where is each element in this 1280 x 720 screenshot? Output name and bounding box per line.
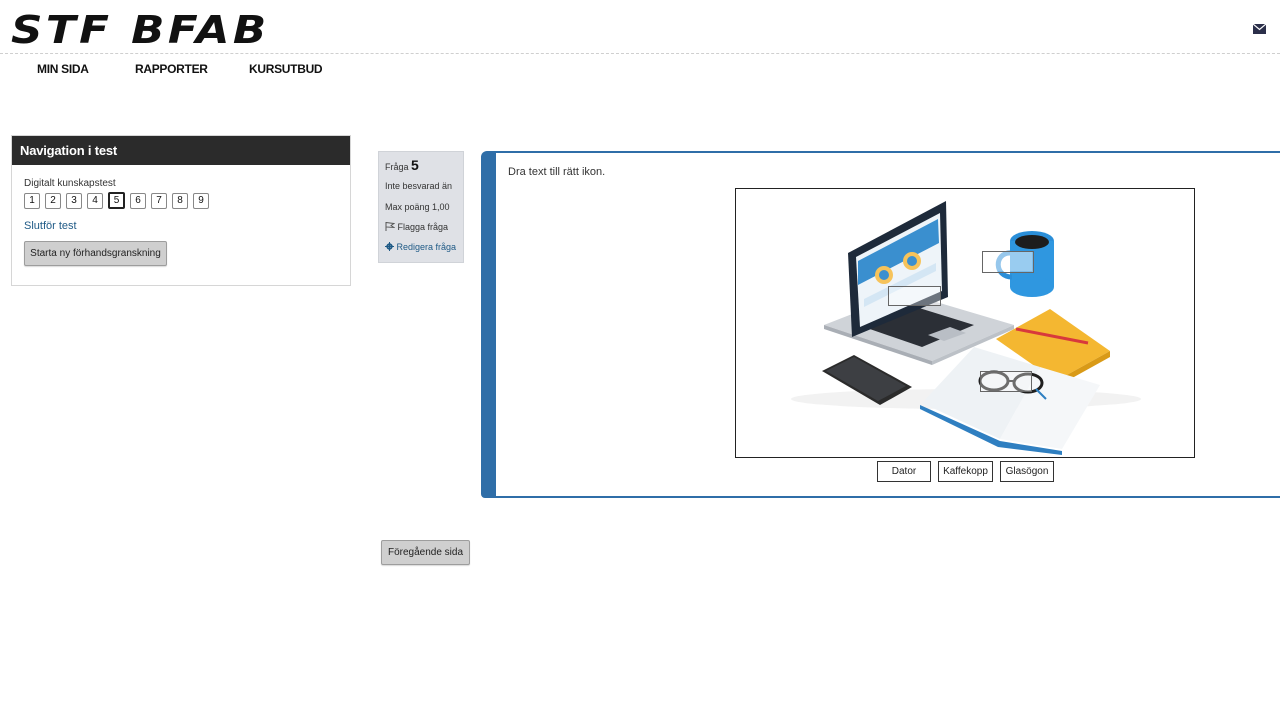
quiz-navigation-title: Navigation i test [12,136,350,165]
envelope-icon[interactable] [1253,24,1266,34]
quiz-name: Digitalt kunskapstest [24,178,116,189]
drag-drop-image-area [735,188,1195,458]
question-button-6[interactable]: 6 [130,193,146,209]
question-status: Inte besvarad än [385,181,453,191]
flag-question-label[interactable]: Flagga fråga [398,222,449,232]
site-logo[interactable]: STF BFAB [11,10,270,50]
question-text: Dra text till rätt ikon. [508,166,606,178]
drag-item-kaffekopp[interactable]: Kaffekopp [938,461,993,482]
gear-icon [385,242,394,251]
nav-rapporter[interactable]: RAPPORTER [135,62,208,76]
question-label: Fråga [385,162,409,172]
drop-zone-laptop[interactable] [888,286,941,306]
question-button-2[interactable]: 2 [45,193,61,209]
drag-item-dator[interactable]: Dator [877,461,931,482]
question-button-8[interactable]: 8 [172,193,188,209]
question-buttons: 1 2 3 4 5 6 7 8 9 [24,192,214,209]
question-number-value: 5 [411,157,419,173]
question-button-5-current[interactable]: 5 [108,192,125,209]
question-button-4[interactable]: 4 [87,193,103,209]
header-divider [0,53,1280,54]
flag-icon [385,221,396,231]
question-info: Fråga 5 Inte besvarad än Max poäng 1,00 … [378,151,464,263]
nav-min-sida[interactable]: MIN SIDA [37,62,89,76]
question-button-9[interactable]: 9 [193,193,209,209]
edit-question[interactable]: Redigera fråga [385,242,456,252]
previous-page-button[interactable]: Föregående sida [381,540,470,565]
quiz-navigation-block: Navigation i test Digitalt kunskapstest … [11,135,351,286]
edit-question-link[interactable]: Redigera fråga [397,242,457,252]
question-button-7[interactable]: 7 [151,193,167,209]
desk-illustration [791,201,1141,455]
question-number: Fråga 5 [385,157,419,173]
drag-item-glasogon[interactable]: Glasögon [1000,461,1054,482]
flag-question[interactable]: Flagga fråga [385,221,449,232]
question-button-3[interactable]: 3 [66,193,82,209]
drop-zone-glasses[interactable] [980,371,1032,392]
drop-zone-mug[interactable] [982,251,1034,273]
start-new-preview-button[interactable]: Starta ny förhandsgranskning [24,241,167,266]
question-button-1[interactable]: 1 [24,193,40,209]
nav-kursutbud[interactable]: KURSUTBUD [249,62,323,76]
finish-attempt-link[interactable]: Slutför test [24,220,77,232]
question-max-points: Max poäng 1,00 [385,202,450,212]
